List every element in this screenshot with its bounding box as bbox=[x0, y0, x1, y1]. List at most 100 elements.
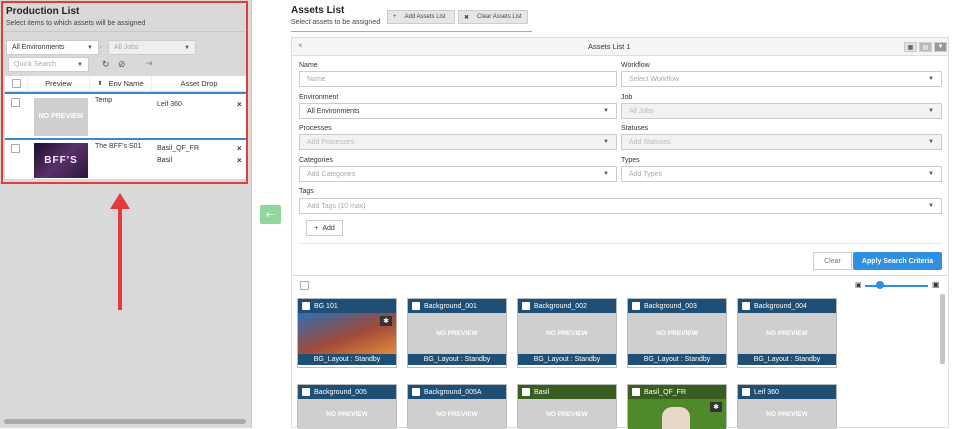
vertical-scrollbar[interactable] bbox=[940, 294, 945, 364]
select-all-checkbox[interactable] bbox=[300, 281, 309, 290]
transfer-back-button[interactable]: ⇠ bbox=[260, 205, 281, 224]
card-status: BG_Layout : Standby bbox=[408, 354, 506, 365]
card-no-preview: NO PREVIEW bbox=[298, 399, 396, 429]
job-select[interactable]: All Jobs ▼ bbox=[621, 103, 942, 119]
chevron-down-icon: ▼ bbox=[603, 171, 609, 177]
environment-select[interactable]: All Environments ▼ bbox=[6, 40, 99, 55]
tags-placeholder: Add Tags (10 max) bbox=[307, 202, 366, 210]
column-preview[interactable]: Preview bbox=[27, 76, 89, 92]
assets-subtitle: Select assets to be assigned bbox=[291, 19, 381, 26]
assets-list-panel: × Assets List 1 ▦ ▤ ▼ Name Name Workflow… bbox=[291, 37, 949, 429]
clear-assets-list-button[interactable]: ✖ Clear Assets List bbox=[458, 10, 528, 24]
select-all-checkbox[interactable] bbox=[11, 79, 21, 88]
asset-card[interactable]: Basil_QF_FR ✱ bbox=[627, 384, 727, 429]
chevron-down-icon: ▼ bbox=[928, 139, 934, 145]
remove-asset-icon[interactable]: × bbox=[237, 156, 242, 165]
gear-icon[interactable]: ✱ bbox=[380, 316, 392, 326]
card-status: BG_Layout : Standby bbox=[518, 354, 616, 365]
types-placeholder: Add Types bbox=[629, 170, 662, 178]
table-view-icon[interactable]: ▦ bbox=[904, 42, 917, 52]
clear-assets-list-label: Clear Assets List bbox=[477, 14, 522, 20]
add-assets-list-button[interactable]: + Add Assets List bbox=[387, 10, 455, 24]
row-checkbox[interactable] bbox=[11, 98, 20, 107]
job-label: Job bbox=[621, 94, 633, 101]
card-checkbox[interactable] bbox=[412, 302, 420, 310]
chevron-down-icon: ▼ bbox=[603, 139, 609, 145]
card-status: BG_Layout : Standby bbox=[298, 354, 396, 365]
collapse-icon[interactable]: ⇥ bbox=[145, 58, 153, 69]
table-row[interactable]: NO PREVIEW Temp Leif 360 × bbox=[5, 92, 246, 137]
asset-card[interactable]: Background_003 NO PREVIEW BG_Layout : St… bbox=[627, 298, 727, 368]
card-status: BG_Layout : Standby bbox=[738, 354, 836, 365]
processes-select[interactable]: Add Processes ▼ bbox=[299, 134, 617, 150]
card-checkbox[interactable] bbox=[522, 388, 530, 396]
card-title: Background_005 bbox=[314, 388, 367, 396]
statuses-placeholder: Add Statuses bbox=[629, 138, 671, 146]
small-image-icon: ▣ bbox=[855, 282, 862, 289]
asset-card[interactable]: Background_005A NO PREVIEW bbox=[407, 384, 507, 429]
row-env-name: The BFF's S01 bbox=[95, 143, 142, 150]
remove-asset-icon[interactable]: × bbox=[237, 144, 242, 153]
row-thumbnail: BFF'S bbox=[34, 143, 88, 178]
card-title: Background_004 bbox=[754, 302, 807, 310]
column-env-name[interactable]: ⬍ Env Name bbox=[89, 76, 151, 92]
card-checkbox[interactable] bbox=[522, 302, 530, 310]
clear-button[interactable]: Clear bbox=[813, 252, 852, 270]
asset-card[interactable]: Background_004 NO PREVIEW BG_Layout : St… bbox=[737, 298, 837, 368]
categories-select[interactable]: Add Categories ▼ bbox=[299, 166, 617, 182]
workflow-select[interactable]: Select Workflow ▼ bbox=[621, 71, 942, 87]
card-header: Background_001 bbox=[408, 299, 506, 313]
name-input[interactable]: Name bbox=[299, 71, 617, 87]
card-no-preview: NO PREVIEW bbox=[628, 313, 726, 354]
card-checkbox[interactable] bbox=[412, 388, 420, 396]
card-checkbox[interactable] bbox=[742, 302, 750, 310]
card-checkbox[interactable] bbox=[302, 302, 310, 310]
card-checkbox[interactable] bbox=[302, 388, 310, 396]
horizontal-scrollbar[interactable] bbox=[4, 419, 246, 424]
grid-view-icon[interactable]: ▤ bbox=[919, 42, 932, 52]
categories-placeholder: Add Categories bbox=[307, 170, 356, 178]
sort-icon: ⬍ bbox=[97, 81, 103, 87]
production-table: Preview ⬍ Env Name Asset Drop NO PREVIEW … bbox=[5, 76, 246, 179]
remove-asset-icon[interactable]: × bbox=[237, 100, 242, 109]
production-title: Production List bbox=[6, 6, 80, 17]
arrow-left-icon: ⇠ bbox=[265, 209, 276, 221]
row-env-name: Temp bbox=[95, 97, 113, 104]
filter-icon[interactable]: ▼ bbox=[934, 42, 947, 52]
apply-search-criteria-button[interactable]: Apply Search Criteria bbox=[853, 252, 942, 270]
statuses-select[interactable]: Add Statuses ▼ bbox=[621, 134, 942, 150]
results-area: ▣ ▣ BG 101 ✱ BG_Layout : Standby Backgro… bbox=[292, 275, 948, 429]
add-criteria-button[interactable]: + Add bbox=[306, 220, 343, 236]
workflow-placeholder: Select Workflow bbox=[629, 75, 680, 83]
quick-search-select[interactable]: Quick Search ▼ bbox=[8, 57, 89, 72]
tags-select[interactable]: Add Tags (10 max) ▼ bbox=[299, 198, 942, 214]
card-checkbox[interactable] bbox=[632, 302, 640, 310]
asset-card[interactable]: Background_001 NO PREVIEW BG_Layout : St… bbox=[407, 298, 507, 368]
card-checkbox[interactable] bbox=[632, 388, 640, 396]
column-asset-drop[interactable]: Asset Drop bbox=[151, 76, 246, 92]
asset-card[interactable]: Basil NO PREVIEW bbox=[517, 384, 617, 429]
chevron-down-icon: ▼ bbox=[928, 203, 934, 209]
types-select[interactable]: Add Types ▼ bbox=[621, 166, 942, 182]
card-title: Background_003 bbox=[644, 302, 697, 310]
chevron-right-icon: › bbox=[99, 42, 102, 51]
refresh-icon[interactable]: ↻ bbox=[102, 59, 110, 70]
asset-card[interactable]: Leif 360 NO PREVIEW bbox=[737, 384, 837, 429]
thumbnail-size-slider[interactable] bbox=[865, 285, 928, 287]
jobs-select[interactable]: All Jobs ▼ bbox=[108, 40, 196, 55]
environment-select[interactable]: All Environments ▼ bbox=[299, 103, 617, 119]
tags-label: Tags bbox=[299, 188, 314, 195]
card-no-preview: NO PREVIEW bbox=[518, 313, 616, 354]
block-icon[interactable]: ⊘ bbox=[118, 59, 126, 70]
asset-card[interactable]: BG 101 ✱ BG_Layout : Standby bbox=[297, 298, 397, 368]
slider-handle[interactable] bbox=[876, 281, 884, 289]
row-checkbox[interactable] bbox=[11, 144, 20, 153]
card-title: BG 101 bbox=[314, 302, 338, 310]
table-row[interactable]: BFF'S The BFF's S01 Basil_QF_FR Basil × … bbox=[5, 138, 246, 179]
asset-card[interactable]: Background_005 NO PREVIEW bbox=[297, 384, 397, 429]
chevron-down-icon: ▼ bbox=[87, 44, 93, 51]
card-checkbox[interactable] bbox=[742, 388, 750, 396]
close-icon[interactable]: × bbox=[298, 41, 303, 50]
gear-icon[interactable]: ✱ bbox=[710, 402, 722, 412]
asset-card[interactable]: Background_002 NO PREVIEW BG_Layout : St… bbox=[517, 298, 617, 368]
